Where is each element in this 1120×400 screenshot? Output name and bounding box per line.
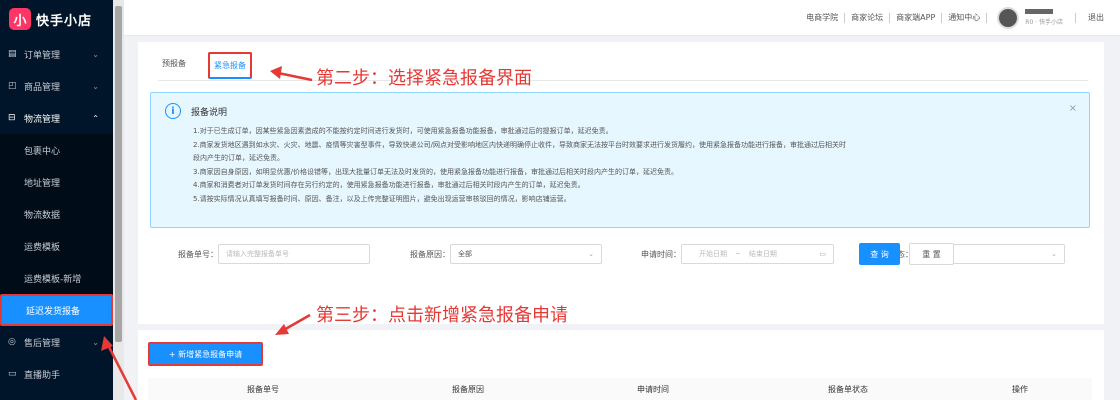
step2-arrow-head	[270, 66, 282, 79]
sidebar-arrow-line	[106, 344, 138, 400]
annotation-arrows	[101, 66, 313, 400]
step2-arrow-line	[277, 71, 313, 82]
